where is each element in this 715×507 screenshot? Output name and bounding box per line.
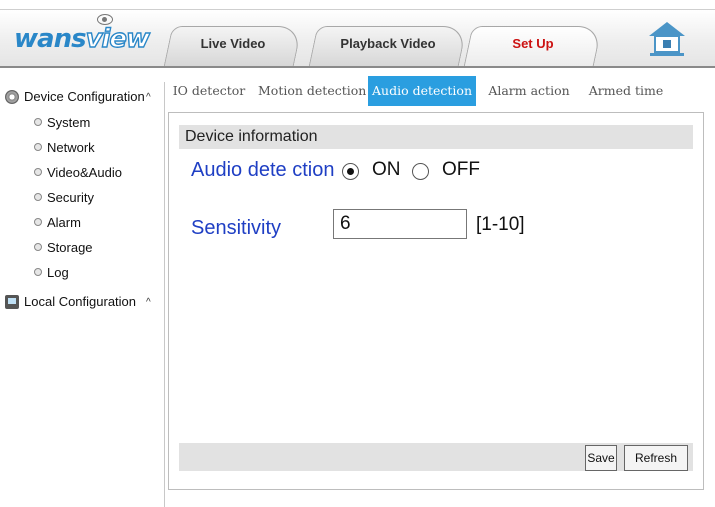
sidebar: Device Configuration ^ System Network Vi… — [4, 82, 165, 507]
gear-icon — [5, 90, 19, 104]
sidebar-device-configuration-label: Device Configuration — [24, 89, 145, 104]
sidebar-device-configuration[interactable]: Device Configuration ^ — [4, 84, 164, 110]
tab-playback-video-label: Playback Video — [340, 36, 436, 51]
computer-icon — [5, 295, 19, 309]
refresh-button[interactable]: Refresh — [624, 445, 688, 471]
tab-live-video[interactable]: Live Video — [163, 26, 303, 66]
home-icon-window — [663, 40, 671, 48]
sidebar-item-storage[interactable]: Storage — [34, 236, 93, 260]
sidebar-item-label: Network — [47, 140, 95, 155]
subtab-armed-time[interactable]: Armed time — [586, 76, 666, 106]
logo-text-part1: wans — [14, 24, 87, 54]
radio-on[interactable] — [342, 163, 359, 180]
sidebar-item-label: Video&Audio — [47, 165, 122, 180]
home-icon-body — [654, 35, 680, 53]
sidebar-item-log[interactable]: Log — [34, 261, 69, 285]
bullet-icon — [34, 168, 42, 176]
tab-live-video-label: Live Video — [200, 36, 266, 51]
sidebar-item-system[interactable]: System — [34, 111, 90, 135]
panel-title: Device information — [179, 125, 693, 149]
logo-text: wansview — [14, 23, 151, 54]
sidebar-local-configuration-label: Local Configuration — [24, 294, 137, 309]
radio-off-label: OFF — [442, 159, 480, 180]
sidebar-item-security[interactable]: Security — [34, 186, 94, 210]
audio-detection-panel: Device information Audio dete ction ON O… — [168, 112, 704, 490]
sidebar-item-alarm[interactable]: Alarm — [34, 211, 81, 235]
sidebar-item-label: Security — [47, 190, 94, 205]
bullet-icon — [34, 193, 42, 201]
home-icon-base — [650, 53, 684, 56]
home-button[interactable] — [647, 22, 687, 58]
radio-on-label: ON — [372, 159, 401, 180]
sensitivity-input[interactable] — [333, 209, 467, 239]
tab-set-up[interactable]: Set Up — [463, 26, 603, 66]
chevron-up-icon[interactable]: ^ — [146, 85, 151, 111]
panel-footer: Save Refresh — [179, 443, 693, 471]
bullet-icon — [34, 243, 42, 251]
sidebar-item-label: System — [47, 115, 91, 130]
tab-playback-video[interactable]: Playback Video — [308, 26, 468, 66]
bullet-icon — [34, 268, 42, 276]
subtab-motion-detection[interactable]: Motion detection — [258, 76, 366, 106]
sidebar-item-network[interactable]: Network — [34, 136, 95, 160]
sensitivity-label: Sensitivity — [191, 217, 282, 239]
home-icon — [649, 22, 685, 36]
chevron-up-icon[interactable]: ^ — [146, 290, 151, 316]
save-button[interactable]: Save — [585, 445, 617, 471]
sidebar-item-label: Storage — [47, 240, 93, 255]
wansview-logo: wansview — [14, 14, 154, 55]
radio-off[interactable] — [412, 163, 429, 180]
sidebar-item-video-audio[interactable]: Video&Audio — [34, 161, 122, 185]
header-divider — [0, 66, 715, 68]
bullet-icon — [34, 118, 42, 126]
audio-detection-label: Audio dete ction — [191, 159, 335, 181]
sidebar-local-configuration[interactable]: Local Configuration ^ — [4, 289, 164, 315]
subtab-audio-detection[interactable]: Audio detection — [368, 76, 476, 106]
sidebar-item-label: Log — [47, 265, 69, 280]
tab-set-up-label: Set Up — [512, 36, 554, 51]
bullet-icon — [34, 143, 42, 151]
sensitivity-range: [1-10] — [476, 214, 525, 235]
logo-text-part2: view — [85, 23, 151, 54]
bullet-icon — [34, 218, 42, 226]
sidebar-item-label: Alarm — [47, 215, 81, 230]
subtab-alarm-action[interactable]: Alarm action — [484, 76, 574, 106]
subtab-io-detector[interactable]: IO detector — [172, 76, 246, 106]
